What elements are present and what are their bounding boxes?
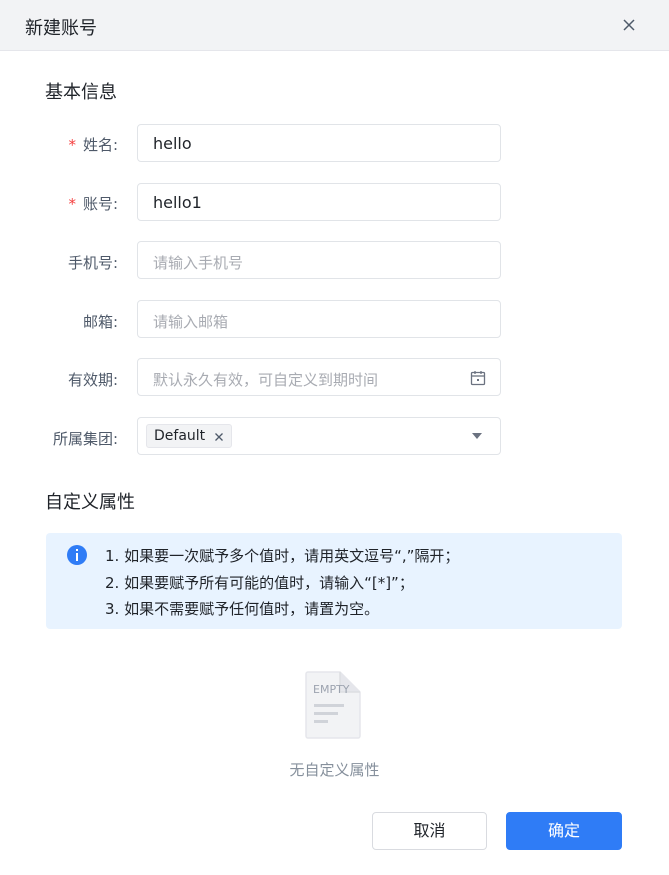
close-icon[interactable] bbox=[617, 13, 641, 37]
chevron-down-icon[interactable] bbox=[472, 433, 482, 439]
calendar-icon[interactable] bbox=[470, 370, 486, 386]
validity-date-picker[interactable]: 默认永久有效，可自定义到期时间 bbox=[137, 358, 501, 396]
phone-field[interactable]: 请输入手机号 bbox=[137, 241, 501, 279]
validity-label: 有效期: bbox=[67, 371, 118, 389]
confirm-button[interactable]: 确定 bbox=[506, 812, 622, 850]
required-mark: * bbox=[68, 195, 76, 213]
validity-placeholder: 默认永久有效，可自定义到期时间 bbox=[153, 371, 379, 389]
group-select[interactable]: Default bbox=[137, 417, 501, 455]
dialog-title: 新建账号 bbox=[25, 18, 97, 39]
phone-label: 手机号: bbox=[67, 254, 118, 272]
account-value: hello1 bbox=[153, 193, 202, 212]
group-tag-label: Default bbox=[154, 428, 206, 444]
name-label: * 姓名: bbox=[68, 136, 118, 154]
empty-document-icon: EMPTY bbox=[304, 670, 362, 740]
info-alert: 1. 如果要一次赋予多个值时，请用英文逗号“,”隔开； 2. 如果要赋予所有可能… bbox=[46, 533, 622, 629]
info-line-2: 2. 如果要赋予所有可能的值时，请输入“[*]”； bbox=[105, 574, 414, 592]
name-field[interactable]: hello bbox=[137, 124, 501, 162]
cancel-button[interactable]: 取消 bbox=[372, 812, 487, 850]
phone-placeholder: 请输入手机号 bbox=[153, 254, 244, 272]
info-line-3: 3. 如果不需要赋予任何值时，请置为空。 bbox=[105, 600, 380, 618]
empty-label: EMPTY bbox=[313, 683, 350, 696]
empty-text: 无自定义属性 bbox=[289, 761, 380, 779]
email-label: 邮箱: bbox=[82, 313, 118, 331]
email-field[interactable]: 请输入邮箱 bbox=[137, 300, 501, 338]
group-tag: Default bbox=[146, 424, 233, 448]
name-value: hello bbox=[153, 134, 192, 153]
info-line-1: 1. 如果要一次赋予多个值时，请用英文逗号“,”隔开； bbox=[105, 547, 460, 565]
info-icon bbox=[66, 544, 88, 566]
required-mark: * bbox=[68, 136, 76, 154]
remove-tag-icon[interactable] bbox=[212, 429, 226, 443]
account-label: * 账号: bbox=[68, 195, 118, 213]
account-field[interactable]: hello1 bbox=[137, 183, 501, 221]
dialog-header: 新建账号 bbox=[0, 0, 669, 51]
group-label: 所属集团: bbox=[52, 430, 118, 448]
custom-attrs-title: 自定义属性 bbox=[45, 492, 135, 513]
email-placeholder: 请输入邮箱 bbox=[153, 313, 229, 331]
basic-info-title: 基本信息 bbox=[45, 82, 117, 103]
